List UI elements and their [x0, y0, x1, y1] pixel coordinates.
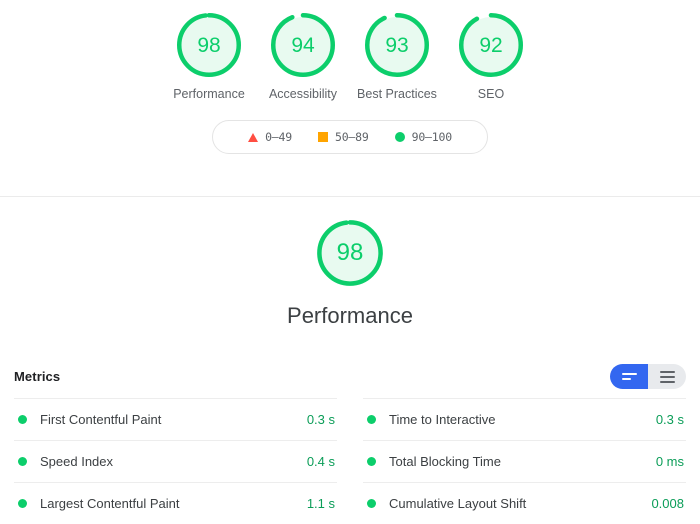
score-legend-pill: 0–49 50–89 90–100 — [212, 120, 488, 154]
score-value: 98 — [197, 33, 221, 57]
legend-range-label: 50–89 — [334, 130, 369, 144]
metrics-condensed-view-toggle[interactable] — [610, 364, 648, 390]
metric-name: Largest Contentful Paint — [40, 496, 180, 512]
metrics-column-2: Time to Interactive 0.3 s Total Blocking T… — [363, 398, 686, 524]
gauge-circle-icon: 94 — [270, 12, 336, 78]
score-gauge-accessibility[interactable]: 94 Accessibility — [256, 12, 350, 102]
performance-category-title: Performance — [287, 303, 413, 328]
three-bar-icon — [659, 370, 675, 383]
metric-name: Time to Interactive — [389, 412, 496, 428]
gauge-circle-icon: 93 — [364, 12, 430, 78]
score-gauge-seo[interactable]: 92 SEO — [444, 12, 538, 102]
metrics-title: Metrics — [14, 369, 61, 385]
score-gauge-label: Accessibility — [268, 87, 338, 101]
metric-row[interactable]: Speed Index 0.4 s — [14, 440, 337, 482]
score-gauge-best-practices[interactable]: 93 Best Practices — [350, 12, 444, 102]
metric-value: 1.1 s — [306, 496, 335, 512]
metric-row[interactable]: Largest Contentful Paint 1.1 s — [14, 482, 337, 524]
metric-value: 0.3 s — [655, 412, 684, 428]
metric-status-circle-icon — [367, 457, 376, 467]
legend-range-label: 90–100 — [411, 130, 453, 144]
metric-status-circle-icon — [18, 457, 27, 467]
two-bar-icon — [621, 373, 637, 381]
metric-value: 0 ms — [655, 454, 684, 470]
score-gauge-label: SEO — [477, 87, 505, 101]
metrics-column-1: First Contentful Paint 0.3 s Speed Index 0.… — [14, 398, 337, 524]
gauge-circle-icon: 92 — [458, 12, 524, 78]
legend-range-label: 0–49 — [265, 130, 292, 144]
metric-value: 0.4 s — [306, 454, 335, 470]
score-value: 94 — [291, 33, 315, 57]
metric-value: 0.008 — [651, 496, 684, 512]
score-value: 92 — [479, 33, 503, 57]
score-legend-row: 0–49 50–89 90–100 — [0, 120, 700, 154]
metric-status-circle-icon — [18, 499, 27, 509]
triangle-icon — [248, 132, 259, 142]
metric-name: First Contentful Paint — [40, 412, 162, 428]
metric-row[interactable]: Total Blocking Time 0 ms — [363, 440, 686, 482]
score-gauges-row: 98 Performance 94 Accessibility 93 Best Pract… — [0, 0, 700, 102]
square-icon — [317, 132, 328, 142]
circle-icon — [394, 132, 405, 142]
gauge-circle-icon: 98 — [176, 12, 242, 78]
performance-category-header: 98 Performance — [0, 197, 700, 344]
metric-name: Total Blocking Time — [389, 454, 501, 470]
performance-gauge[interactable]: 98 — [316, 219, 384, 287]
metric-name: Cumulative Layout Shift — [389, 496, 527, 512]
score-value: 93 — [385, 33, 409, 57]
metric-row[interactable]: Cumulative Layout Shift 0.008 — [363, 482, 686, 524]
metric-status-circle-icon — [367, 415, 376, 425]
metric-row[interactable]: First Contentful Paint 0.3 s — [14, 398, 337, 440]
metric-status-circle-icon — [367, 499, 376, 509]
score-gauge-label: Best Practices — [357, 87, 437, 101]
metrics-expanded-view-toggle[interactable] — [648, 364, 686, 390]
legend-item-90-100: 90–100 — [382, 130, 465, 144]
legend-item-0-49: 0–49 — [235, 130, 305, 144]
score-gauge-label: Performance — [173, 87, 245, 101]
scores-summary-section: 98 Performance 94 Accessibility 93 Best Pract… — [0, 0, 700, 197]
metric-name: Speed Index — [40, 454, 114, 470]
metric-status-circle-icon — [18, 415, 27, 425]
metric-value: 0.3 s — [306, 412, 335, 428]
performance-gauge-score: 98 — [336, 239, 364, 266]
metrics-view-toggle-group[interactable] — [610, 364, 686, 390]
legend-item-50-89: 50–89 — [305, 130, 382, 144]
metrics-grid: First Contentful Paint 0.3 s Speed Index 0.… — [14, 398, 686, 524]
metric-row[interactable]: Time to Interactive 0.3 s — [363, 398, 686, 440]
score-gauge-performance[interactable]: 98 Performance — [162, 12, 256, 102]
metrics-section: Metrics First Contentful Paint 0.3 s Speed… — [0, 364, 700, 524]
metrics-header: Metrics — [14, 364, 686, 398]
